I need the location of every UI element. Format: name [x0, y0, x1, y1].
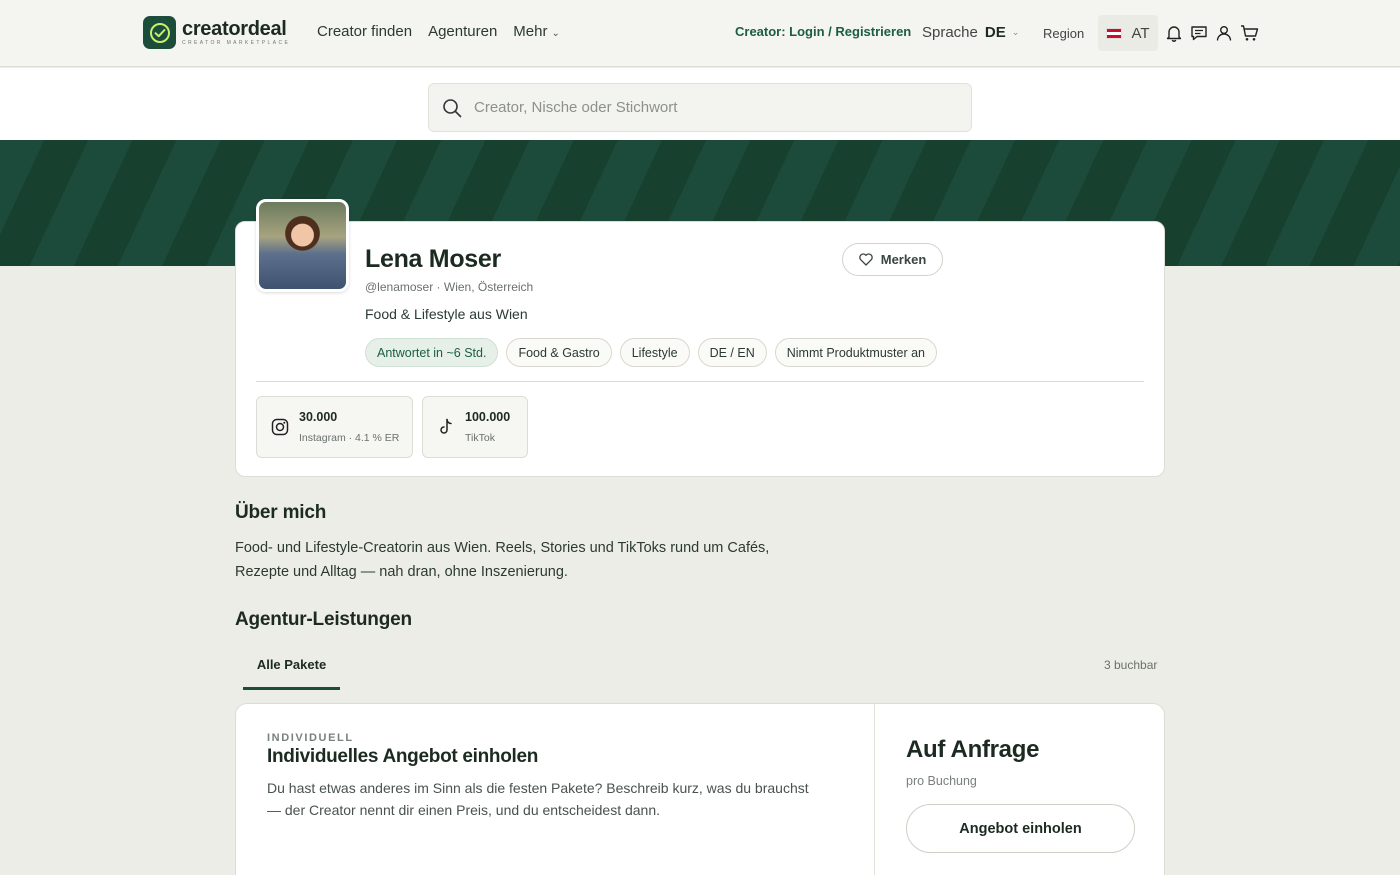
- user-icon[interactable]: [1214, 22, 1234, 44]
- package-divider: [874, 704, 875, 875]
- profile-card: Lena Moser @lenamoser · Wien, Österreich…: [235, 199, 1165, 477]
- logo-tagline: CREATOR MARKETPLACE: [182, 40, 291, 46]
- bell-icon[interactable]: [1164, 22, 1184, 44]
- package-title: Individuelles Angebot einholen: [267, 746, 539, 767]
- region-value: AT: [1131, 24, 1150, 42]
- profile-bio-short: Food & Lifestyle aus Wien: [365, 306, 528, 322]
- package-description: Du hast etwas anderes im Sinn als die fe…: [267, 777, 847, 821]
- package-card: INDIVIDUELL Individuelles Angebot einhol…: [235, 703, 1165, 875]
- logo[interactable]: creatordeal CREATOR MARKETPLACE: [143, 16, 290, 49]
- cart-icon[interactable]: [1239, 22, 1259, 44]
- save-button[interactable]: Merken: [842, 243, 943, 276]
- search-box[interactable]: [428, 83, 972, 132]
- profile-handle-location: @lenamoser · Wien, Österreich: [365, 280, 534, 294]
- heart-icon: [858, 253, 873, 266]
- profile-name: Lena Moser: [365, 245, 501, 273]
- search-input[interactable]: [474, 99, 954, 116]
- tag-product-samples: Nimmt Produktmuster an: [774, 338, 937, 367]
- profile-tags: Antwortet in ~6 Std. Food & Gastro Lifes…: [365, 338, 945, 367]
- search-band: [0, 68, 1400, 140]
- instagram-icon: [270, 418, 290, 436]
- tag-food-gastro[interactable]: Food & Gastro: [506, 338, 612, 367]
- main-nav: Creator finden Agenturen Mehr ⌄: [317, 23, 592, 40]
- about-heading: Über mich: [235, 502, 327, 523]
- tiktok-icon: [436, 418, 456, 436]
- logo-name: creatordeal: [182, 18, 287, 40]
- package-kicker: INDIVIDUELL: [267, 732, 354, 744]
- package-description-line-1: Du hast etwas anderes im Sinn als die fe…: [267, 780, 809, 796]
- package-description-line-2: — der Creator nennt dir einen Preis, und…: [267, 802, 661, 818]
- save-button-label: Merken: [880, 252, 927, 267]
- tab-all-packages[interactable]: Alle Pakete: [243, 650, 340, 690]
- tag-lifestyle[interactable]: Lifestyle: [619, 338, 690, 367]
- creator-login-link[interactable]: Creator: Login / Registrieren: [735, 24, 911, 39]
- nav-item-mehr-label: Mehr: [513, 23, 548, 40]
- divider: [256, 381, 1144, 382]
- stat-tiktok[interactable]: 100.000 TikTok: [422, 396, 528, 458]
- tag-response-time: Antwortet in ~6 Std.: [365, 338, 499, 367]
- nav-item-agenturen[interactable]: Agenturen: [428, 23, 497, 40]
- chat-icon[interactable]: [1189, 22, 1209, 44]
- austria-flag-icon: [1106, 27, 1123, 39]
- tiktok-followers: 100.000: [465, 410, 511, 424]
- tag-languages: DE / EN: [697, 338, 767, 367]
- about-text: Food- und Lifestyle-Creatorin aus Wien. …: [235, 536, 835, 584]
- chevron-down-icon: ⌄: [551, 28, 560, 39]
- stat-instagram[interactable]: 30.000 Instagram · 4.1 % ER: [256, 396, 413, 458]
- services-heading: Agentur-Leistungen: [235, 609, 412, 630]
- avatar: [256, 199, 349, 292]
- nav-item-creator-finden[interactable]: Creator finden: [317, 23, 412, 40]
- check-circle-icon: [143, 16, 176, 49]
- region-selector[interactable]: AT: [1098, 15, 1158, 51]
- header-icons: [1164, 22, 1264, 44]
- package-price-unit: pro Buchung: [906, 774, 977, 788]
- bookable-count: 3 buchbar: [1104, 658, 1158, 672]
- language-label: Sprache: [922, 24, 978, 41]
- package-price: Auf Anfrage: [906, 736, 1040, 763]
- search-icon: [442, 97, 464, 119]
- language-selector[interactable]: Sprache DE ⌄: [922, 24, 1019, 41]
- region-label: Region: [1043, 26, 1085, 41]
- instagram-followers: 30.000: [299, 410, 338, 424]
- about-text-line-1: Food- und Lifestyle-Creatorin aus Wien. …: [235, 540, 770, 556]
- chevron-down-icon: ⌄: [1011, 27, 1020, 37]
- top-navigation-bar: creatordeal CREATOR MARKETPLACE Creator …: [0, 0, 1400, 67]
- instagram-detail: Instagram · 4.1 % ER: [299, 432, 400, 444]
- language-value: DE: [984, 24, 1006, 41]
- about-text-line-2: Rezepte und Alltag — nah dran, ohne Insz…: [235, 564, 568, 580]
- request-offer-button[interactable]: Angebot einholen: [906, 804, 1135, 853]
- tiktok-detail: TikTok: [465, 432, 495, 444]
- nav-item-mehr[interactable]: Mehr ⌄: [513, 23, 576, 40]
